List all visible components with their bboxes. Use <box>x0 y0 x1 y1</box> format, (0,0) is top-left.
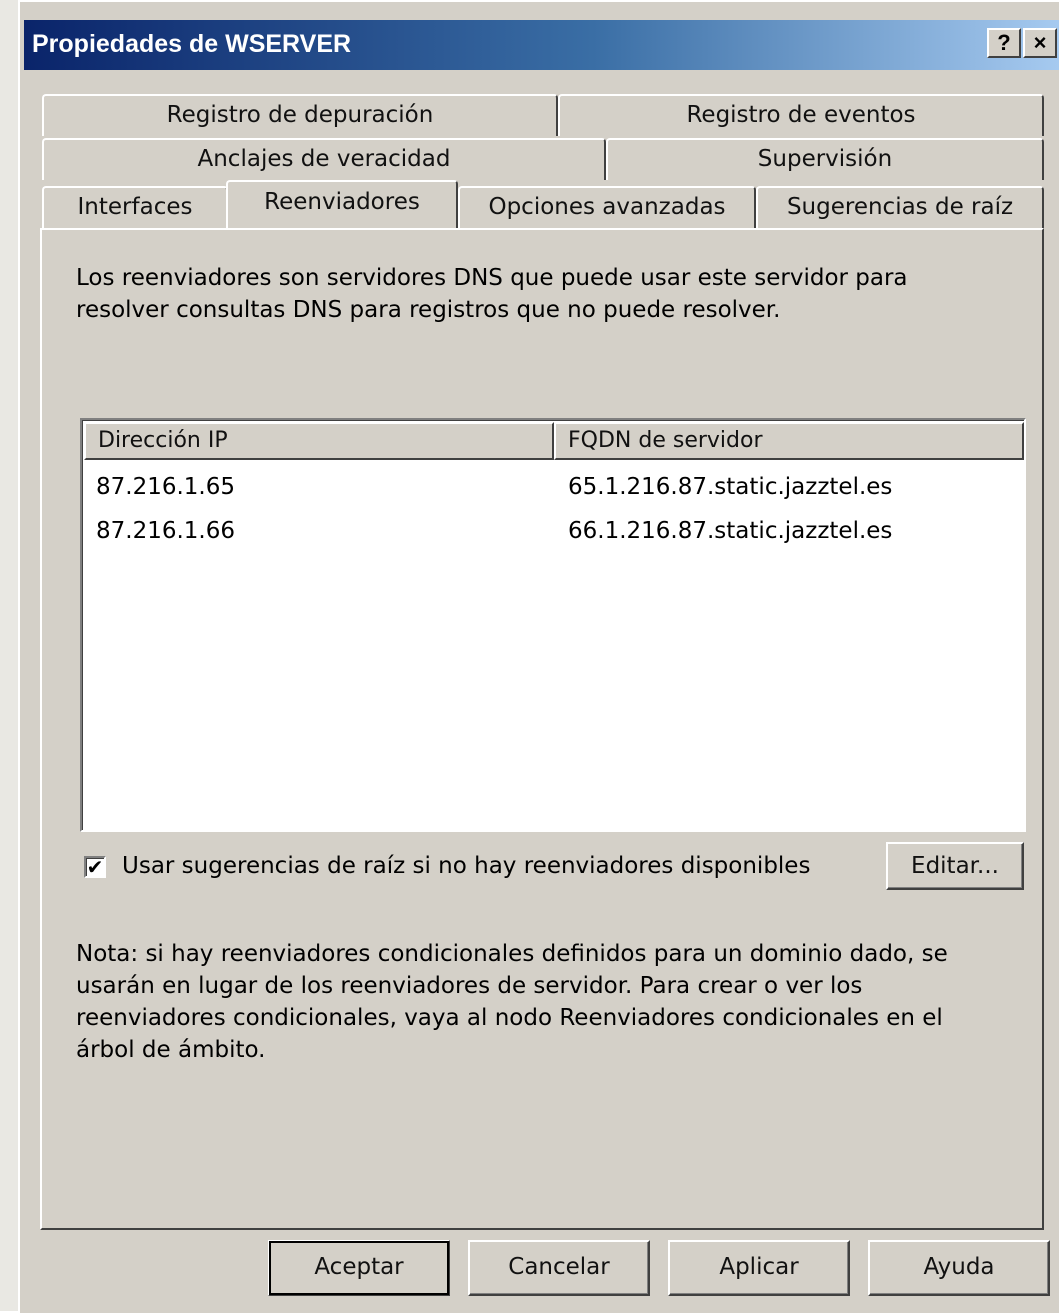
apply-button[interactable]: Aplicar <box>668 1240 850 1296</box>
list-header: Dirección IP FQDN de servidor <box>84 422 1024 460</box>
help-button[interactable]: Ayuda <box>868 1240 1050 1296</box>
column-header-ip[interactable]: Dirección IP <box>84 422 554 460</box>
list-item-fqdn: 65.1.216.87.static.jazztel.es <box>568 474 893 500</box>
tab-panel-reenviadores: Los reenviadores son servidores DNS que … <box>40 228 1044 1230</box>
forwarders-list[interactable]: Dirección IP FQDN de servidor 87.216.1.6… <box>80 418 1026 832</box>
background-desktop <box>0 0 18 1311</box>
tab-registro-eventos[interactable]: Registro de eventos <box>558 94 1044 136</box>
root-hints-checkbox-label[interactable]: Usar sugerencias de raíz si no hay reenv… <box>122 850 810 882</box>
root-hints-checkbox[interactable]: ✔ <box>84 856 106 878</box>
tab-sugerencias-raiz[interactable]: Sugerencias de raíz <box>756 186 1044 228</box>
conditional-forwarders-note: Nota: si hay reenviadores condicionales … <box>76 941 948 1063</box>
properties-dialog: Propiedades de WSERVER ? × Registro de d… <box>18 0 1059 1313</box>
tab-opciones-avanzadas[interactable]: Opciones avanzadas <box>458 186 756 228</box>
title-bar[interactable]: Propiedades de WSERVER ? × <box>24 20 1059 70</box>
edit-button[interactable]: Editar... <box>886 842 1024 890</box>
window-title: Propiedades de WSERVER <box>32 30 352 58</box>
list-item-fqdn: 66.1.216.87.static.jazztel.es <box>568 518 893 544</box>
list-item-ip: 87.216.1.66 <box>96 518 235 544</box>
tab-interfaces[interactable]: Interfaces <box>42 186 228 228</box>
list-item-ip: 87.216.1.65 <box>96 474 235 500</box>
tab-reenviadores[interactable]: Reenviadores <box>226 180 458 228</box>
cancel-button[interactable]: Cancelar <box>468 1240 650 1296</box>
forwarders-description: Los reenviadores son servidores DNS que … <box>76 265 908 323</box>
list-item[interactable]: 87.216.1.66 66.1.216.87.static.jazztel.e… <box>84 510 1022 552</box>
close-icon[interactable]: × <box>1023 28 1057 58</box>
list-item[interactable]: 87.216.1.65 65.1.216.87.static.jazztel.e… <box>84 466 1022 508</box>
help-icon[interactable]: ? <box>987 28 1021 58</box>
tab-supervision[interactable]: Supervisión <box>606 138 1044 180</box>
tab-anclajes-veracidad[interactable]: Anclajes de veracidad <box>42 138 606 180</box>
column-header-fqdn[interactable]: FQDN de servidor <box>554 422 1024 460</box>
ok-button[interactable]: Aceptar <box>268 1240 450 1296</box>
tab-registro-depuracion[interactable]: Registro de depuración <box>42 94 558 136</box>
